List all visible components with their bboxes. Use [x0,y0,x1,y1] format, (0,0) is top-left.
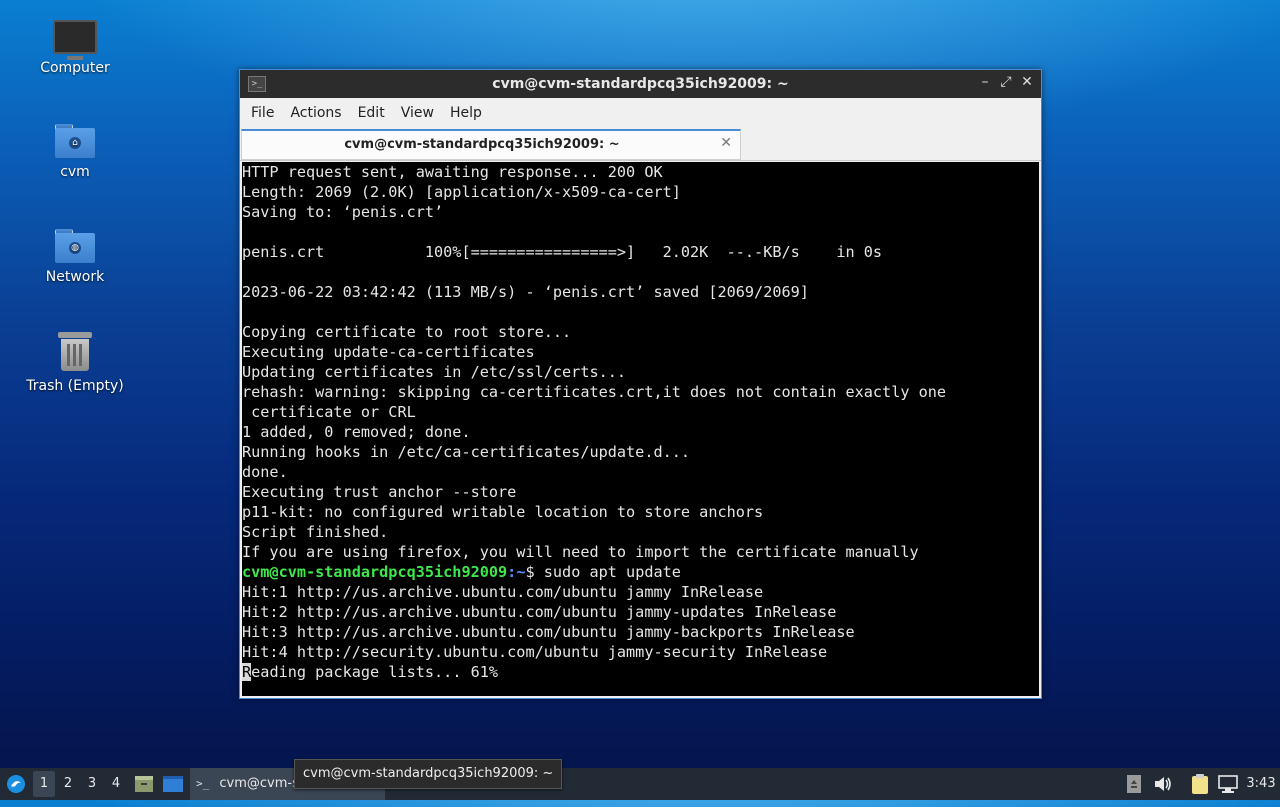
terminal-line: Hit:2 http://us.archive.ubuntu.com/ubunt… [242,603,837,621]
menu-edit[interactable]: Edit [350,105,393,121]
desktop-icon-label: Computer [40,60,110,76]
terminal-line: certificate or CRL [242,403,416,421]
tab-label: cvm@cvm-standardpcq35ich92009: ~ [344,137,620,152]
minimize-button[interactable]: – [976,74,994,90]
clock[interactable]: 3:43 [1244,768,1278,800]
terminal-line: 1 added, 0 removed; done. [242,423,471,441]
workspace-1[interactable]: 1 [33,771,55,797]
start-menu-button[interactable] [4,768,28,800]
prompt-user: cvm@cvm-standardpcq35ich92009 [242,563,508,581]
terminal-line: done. [242,463,288,481]
workspace-2[interactable]: 2 [57,768,79,800]
terminal-line: HTTP request sent, awaiting response... … [242,163,663,181]
taskbar: 1 2 3 4 >_ cvm@cvm-s 3:43 [0,768,1280,800]
terminal-cursor: R [242,663,252,681]
terminal-line: Hit:4 http://security.ubuntu.com/ubuntu … [242,643,828,661]
terminal-line: Updating certificates in /etc/ssl/certs.… [242,363,627,381]
show-desktop-button[interactable] [162,768,184,800]
terminal-task-icon: >_ [196,777,210,790]
terminal-current-line: Reading package lists... 61% [242,662,1039,682]
desktop-icon-home[interactable]: ⌂ cvm [20,124,130,180]
terminal-line: rehash: warning: skipping ca-certificate… [242,383,947,401]
volume-icon[interactable] [1153,768,1173,800]
terminal-window: >_ cvm@cvm-standardpcq35ich92009: ~ – ⤢ … [239,69,1042,699]
terminal-after-lines: Hit:1 http://us.archive.ubuntu.com/ubunt… [242,582,1039,662]
desktop-icon-computer[interactable]: Computer [20,20,130,76]
tray-device-icon[interactable] [1126,768,1142,800]
file-manager-icon [135,776,153,792]
prompt-command: sudo apt update [543,563,681,581]
menu-actions[interactable]: Actions [282,105,349,121]
tab-terminal[interactable]: cvm@cvm-standardpcq35ich92009: ~ ✕ [241,129,741,160]
desktop-icon [163,776,183,792]
trash-icon [58,332,92,372]
window-titlebar[interactable]: >_ cvm@cvm-standardpcq35ich92009: ~ – ⤢ … [240,70,1041,98]
terminal-line: Saving to: ‘penis.crt’ [242,203,444,221]
file-manager-launcher[interactable] [134,768,154,800]
tab-close-icon[interactable]: ✕ [720,135,732,151]
menu-bar: File Actions Edit View Help [240,98,1041,128]
computer-icon [53,20,97,60]
terminal-line: Executing trust anchor --store [242,483,517,501]
terminal-output[interactable]: HTTP request sent, awaiting response... … [242,162,1039,696]
tab-bar: cvm@cvm-standardpcq35ich92009: ~ ✕ [240,128,1041,161]
menu-file[interactable]: File [243,105,282,121]
desktop-icon-label: cvm [60,164,90,180]
prompt-symbol: $ [525,563,544,581]
home-folder-icon: ⌂ [55,124,95,158]
terminal-prompt-line: cvm@cvm-standardpcq35ich92009:~$ sudo ap… [242,562,1039,582]
terminal-line: Running hooks in /etc/ca-certificates/up… [242,443,691,461]
desktop-icon-network[interactable]: ◍ Network [20,229,130,285]
network-folder-icon: ◍ [55,229,95,263]
taskbar-tooltip: cvm@cvm-standardpcq35ich92009: ~ [294,759,563,789]
terminal-line: Hit:1 http://us.archive.ubuntu.com/ubunt… [242,583,764,601]
terminal-line: Executing update-ca-certificates [242,343,535,361]
workspace-4[interactable]: 4 [105,768,127,800]
lubuntu-logo-icon [7,775,25,793]
terminal-line: p11-kit: no configured writable location… [242,503,764,521]
desktop-icon-label: Network [45,269,105,285]
clipboard-icon[interactable] [1189,768,1211,800]
prompt-path: :~ [507,563,526,581]
usb-device-icon [1127,775,1141,793]
current-line-text: eading package lists... 61% [251,663,499,681]
terminal-line: Hit:3 http://us.archive.ubuntu.com/ubunt… [242,623,855,641]
close-button[interactable]: ✕ [1018,74,1036,90]
workspace-3[interactable]: 3 [81,768,103,800]
terminal-line: If you are using firefox, you will need … [242,543,919,561]
terminal-line: Copying certificate to root store... [242,323,572,341]
menu-help[interactable]: Help [442,105,490,121]
desktop-icon-label: Trash (Empty) [26,378,124,394]
terminal-line: 2023-06-22 03:42:42 (113 MB/s) - ‘penis.… [242,283,809,301]
terminal-lines: HTTP request sent, awaiting response... … [242,162,1039,562]
menu-view[interactable]: View [393,105,442,121]
terminal-line: Length: 2069 (2.0K) [application/x-x509-… [242,183,681,201]
maximize-button[interactable]: ⤢ [997,74,1015,90]
window-title: cvm@cvm-standardpcq35ich92009: ~ [492,76,789,92]
task-label: cvm@cvm-s [219,776,299,791]
terminal-line: Script finished. [242,523,389,541]
terminal-line: penis.crt 100%[================>] 2.02K … [242,243,883,261]
network-status-icon[interactable] [1217,768,1239,800]
desktop-icon-trash[interactable]: Trash (Empty) [20,332,130,394]
